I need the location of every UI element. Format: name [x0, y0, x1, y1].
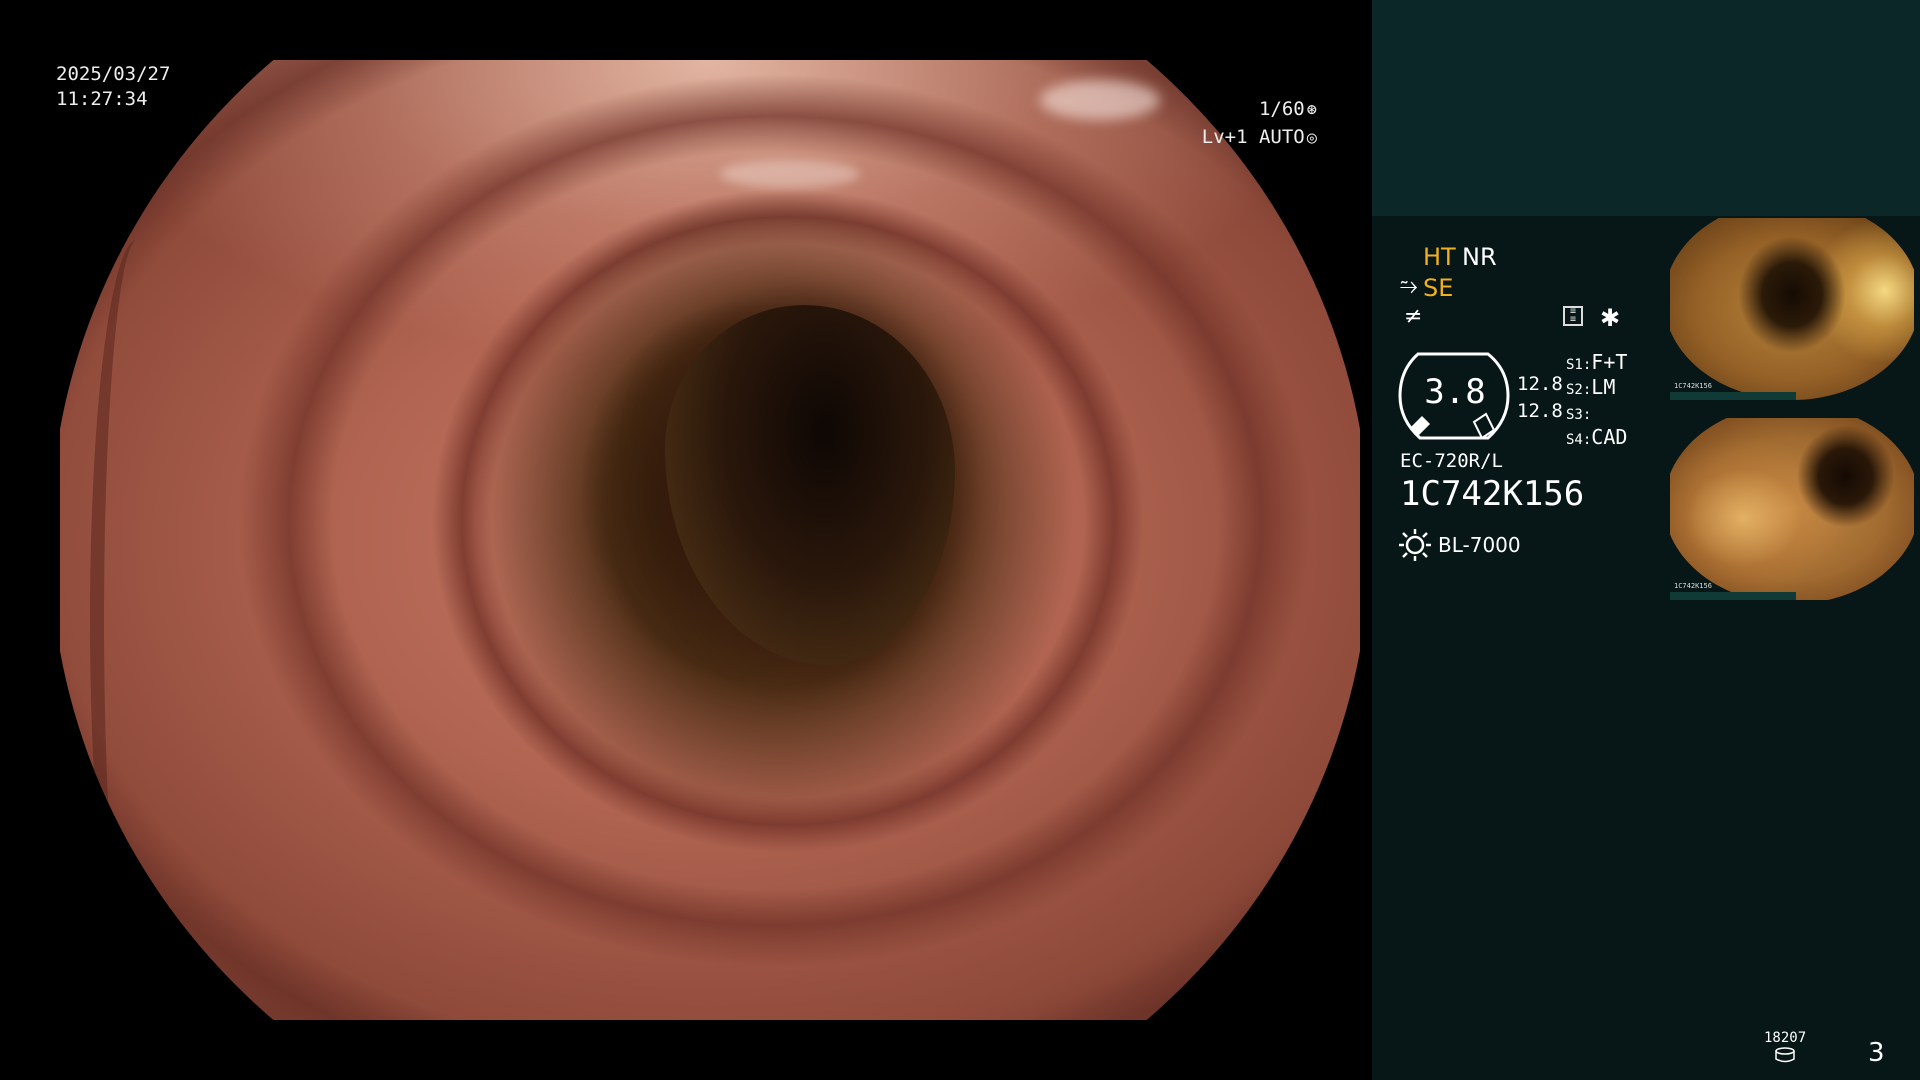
nr-indicator: NR [1462, 243, 1497, 271]
ht-indicator: HT [1423, 243, 1456, 271]
storage-icon [1775, 1047, 1795, 1063]
iris-mode: AUTO [1258, 126, 1305, 148]
asterisk-icon: ✱ [1600, 304, 1621, 332]
gauge-value: 3.8 [1424, 372, 1486, 412]
page-number: 3 [1868, 1038, 1885, 1068]
exposure-readout: 1/60 ⊛ [1259, 98, 1317, 122]
scope-model: EC-720R/L [1400, 450, 1503, 472]
freeze-icon: ≠ [1404, 304, 1423, 329]
capture-time: 11:27:34 [56, 88, 148, 110]
captured-thumbnail-1[interactable]: 1C742K156 [1670, 218, 1914, 400]
shutter-speed: 1/60 [1258, 98, 1305, 120]
thumbnail-bar [1670, 592, 1796, 600]
thumbnail-serial: 1C742K156 [1674, 382, 1712, 390]
thumbnail-serial: 1C742K156 [1674, 582, 1712, 590]
iris-icon: ◎ [1306, 128, 1317, 148]
gauge-readout-2: 12.8 [1517, 400, 1563, 422]
switch-4: S4:CAD [1566, 425, 1628, 449]
endoscope-image [60, 60, 1360, 1020]
light-reflection [720, 160, 860, 188]
structure-enhance-icon: ⥲ [1400, 274, 1418, 299]
gauge-readout-1: 12.8 [1517, 373, 1563, 395]
thumbnail-image [1670, 418, 1914, 600]
light-reflection [1040, 80, 1160, 120]
scope-serial: 1C742K156 [1400, 474, 1585, 514]
se-indicator: SE [1423, 274, 1454, 302]
thumbnail-bar [1670, 392, 1796, 400]
brightness-readout: Lv+1 AUTO ◎ [1202, 126, 1317, 150]
brightness-level: Lv+1 [1201, 126, 1248, 148]
image-counter: 18207 [1764, 1030, 1807, 1046]
captured-thumbnail-2[interactable]: 1C742K156 [1670, 418, 1914, 600]
switch-3: S3: [1566, 407, 1592, 423]
thumbnail-image [1670, 218, 1914, 400]
capture-date: 2025/03/27 [56, 63, 171, 85]
panel-header [1372, 0, 1920, 216]
lumen [665, 305, 955, 665]
lamp-icon [1399, 529, 1431, 561]
switch-2: S2:LM [1566, 375, 1616, 399]
memory-icon: ≡ ≡ [1563, 306, 1583, 326]
mucosal-fold [90, 240, 184, 1000]
switch-1: S1:F+T [1566, 350, 1628, 374]
light-source-model: BL-7000 [1438, 533, 1521, 557]
shutter-icon: ⊛ [1306, 100, 1317, 120]
